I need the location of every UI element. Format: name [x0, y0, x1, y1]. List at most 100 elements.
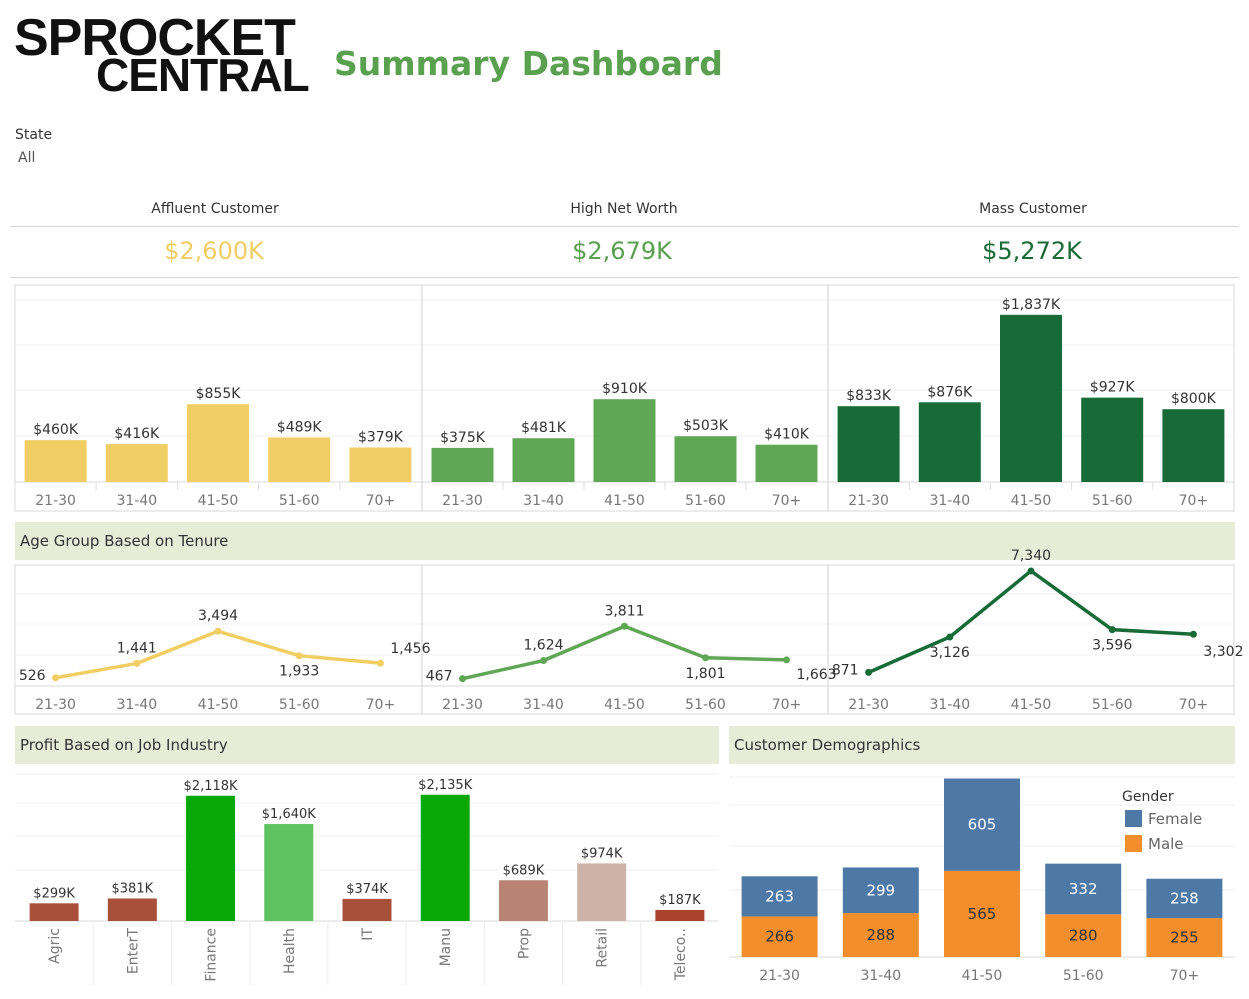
data-label: 1,456 [390, 641, 430, 657]
x-tick-label: Teleco.. [673, 928, 689, 981]
point-mass-customer-31-40 [946, 633, 954, 641]
data-label: 526 [19, 668, 46, 684]
data-label: 871 [832, 662, 859, 678]
data-label: $974K [581, 846, 623, 861]
x-tick-label: 70+ [772, 493, 802, 509]
data-label: 263 [765, 887, 794, 905]
data-label: $927K [1090, 380, 1136, 396]
bar-high-net-worth-51-60 [674, 436, 737, 482]
point-affluent-customer-51-60 [295, 652, 303, 660]
point-mass-customer-41-50 [1027, 567, 1035, 575]
data-label: 1,933 [279, 664, 319, 680]
data-label: $481K [521, 420, 567, 436]
point-affluent-customer-21-30 [52, 674, 60, 682]
data-label: $187K [659, 893, 701, 908]
point-affluent-customer-70 [376, 659, 384, 667]
x-tick-label: 21-30 [442, 493, 483, 509]
legend-title: Gender [1122, 789, 1174, 805]
legend-label-female: Female [1148, 810, 1202, 828]
data-label: 299 [866, 881, 895, 899]
point-affluent-customer-31-40 [133, 659, 141, 667]
data-label: 565 [968, 905, 997, 923]
point-high-net-worth-21-30 [459, 675, 466, 683]
data-label: $374K [346, 882, 388, 897]
data-label: $2,118K [184, 779, 238, 794]
data-label: $375K [440, 430, 486, 446]
x-tick-label: 41-50 [604, 493, 645, 509]
bar-mass-customer-70 [1162, 409, 1225, 482]
bar-affluent-customer-41-50 [187, 404, 249, 482]
x-tick-label: 70+ [772, 697, 802, 713]
x-tick-label: 51-60 [1063, 968, 1104, 984]
x-tick-label: 51-60 [685, 697, 726, 713]
x-tick-label: Manu [438, 928, 454, 966]
data-label: $410K [764, 427, 810, 443]
data-label: $381K [112, 881, 154, 896]
x-tick-label: 21-30 [35, 493, 76, 509]
bar-industry-prop [498, 880, 548, 921]
bar-industry-teleco [655, 909, 705, 921]
x-tick-label: 21-30 [848, 493, 889, 509]
x-tick-label: 21-30 [442, 697, 483, 713]
x-tick-label: 51-60 [1092, 493, 1133, 509]
data-label: $800K [1171, 391, 1217, 407]
data-label: 1,663 [797, 667, 837, 683]
data-label: 266 [765, 928, 794, 946]
point-mass-customer-70 [1189, 630, 1197, 638]
data-label: 3,126 [930, 645, 970, 661]
x-tick-label: EnterT [125, 928, 141, 975]
x-tick-label: Health [282, 928, 298, 974]
data-label: 3,494 [198, 608, 238, 624]
data-label: $460K [33, 422, 79, 438]
legend-label-male: Male [1148, 835, 1184, 853]
x-tick-label: Prop [516, 928, 532, 959]
x-tick-label: 51-60 [279, 697, 320, 713]
bar-industry-retail [577, 863, 627, 921]
x-tick-label: 41-50 [1011, 697, 1052, 713]
bar-mass-customer-31-40 [918, 402, 981, 482]
point-high-net-worth-31-40 [540, 657, 547, 665]
x-tick-label: 41-50 [198, 493, 239, 509]
data-label: $1,837K [1002, 297, 1061, 313]
data-label: 3,596 [1092, 638, 1132, 654]
bar-affluent-customer-31-40 [105, 444, 168, 482]
bar-industry-manu [420, 794, 470, 921]
point-high-net-worth-51-60 [702, 654, 709, 662]
data-label: $503K [683, 418, 729, 434]
data-label: $2,135K [418, 778, 472, 793]
x-tick-label: 51-60 [279, 493, 320, 509]
bar-affluent-customer-21-30 [24, 440, 87, 482]
profit-by-age-segment-chart: $460K 21-30 $416K 31-40 $855K 41-50 $489K 51-60… [14, 284, 1243, 985]
data-label: $855K [196, 386, 242, 402]
data-label: $833K [846, 388, 892, 404]
x-tick-label: 51-60 [1092, 697, 1133, 713]
data-label: $489K [277, 420, 323, 436]
x-tick-label: 21-30 [759, 968, 800, 984]
data-label: 3,302 [1203, 644, 1243, 660]
point-mass-customer-51-60 [1108, 626, 1116, 634]
data-label: $910K [602, 381, 648, 397]
x-tick-label: 31-40 [929, 697, 970, 713]
legend-swatch-male [1125, 835, 1142, 852]
bar-mass-customer-21-30 [837, 406, 900, 482]
data-label: 467 [426, 669, 453, 685]
x-tick-label: 41-50 [198, 697, 239, 713]
x-tick-label: Agric [47, 928, 63, 964]
x-tick-label: 31-40 [116, 493, 157, 509]
data-label: 332 [1069, 880, 1098, 898]
data-label: 280 [1069, 927, 1098, 945]
data-label: 3,811 [604, 603, 644, 619]
bar-industry-it [342, 898, 392, 921]
bar-high-net-worth-41-50 [593, 399, 656, 482]
x-tick-label: 31-40 [929, 493, 970, 509]
x-tick-label: 41-50 [962, 968, 1003, 984]
x-tick-label: 31-40 [860, 968, 901, 984]
x-tick-label: Finance [204, 928, 220, 982]
point-affluent-customer-41-50 [214, 627, 222, 635]
x-tick-label: 41-50 [1011, 493, 1052, 509]
x-tick-label: IT [360, 928, 376, 941]
x-tick-label: 51-60 [685, 493, 726, 509]
line-high-net-worth [462, 624, 787, 681]
bar-high-net-worth-21-30 [431, 447, 494, 482]
x-tick-label: 31-40 [523, 493, 564, 509]
